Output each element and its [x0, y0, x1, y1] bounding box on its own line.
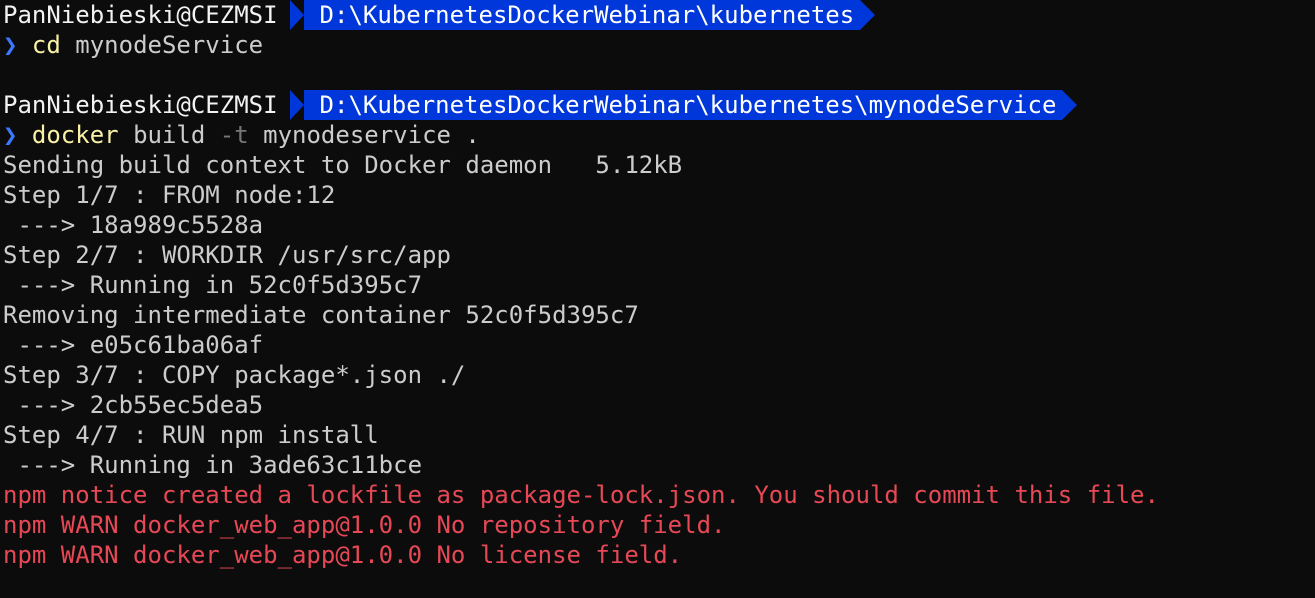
- command-subcommand: build: [133, 121, 206, 149]
- command-name: docker: [31, 121, 119, 149]
- output-line: Step 3/7 : COPY package*.json ./: [3, 361, 466, 389]
- error-line: npm WARN docker_web_app@1.0.0 No license…: [3, 541, 683, 569]
- prompt-user: PanNiebieski@CEZMSI: [3, 91, 278, 119]
- prompt-chevron-icon: ❯: [3, 31, 18, 59]
- command-name: cd: [31, 31, 61, 59]
- output-line: Sending build context to Docker daemon 5…: [3, 151, 683, 179]
- output-line: Removing intermediate container 52c0f5d3…: [3, 301, 639, 329]
- output-line: Step 2/7 : WORKDIR /usr/src/app: [3, 241, 451, 269]
- prompt-line: PanNiebieski@CEZMSI D:\KubernetesDockerW…: [3, 0, 1315, 30]
- prompt-path-segment: D:\KubernetesDockerWebinar\kubernetes: [289, 0, 875, 30]
- prompt-path-segment: D:\KubernetesDockerWebinar\kubernetes\my…: [289, 90, 1078, 120]
- output-line: Step 4/7 : RUN npm install: [3, 421, 379, 449]
- command-args: mynodeService: [75, 31, 264, 59]
- command-flag: -t: [219, 121, 249, 149]
- output-line: ---> Running in 3ade63c11bce: [3, 451, 423, 479]
- output-line: ---> Running in 52c0f5d395c7: [3, 271, 423, 299]
- error-line: npm WARN docker_web_app@1.0.0 No reposit…: [3, 511, 726, 539]
- command-line: ❯ cd mynodeService: [3, 30, 1315, 60]
- command-line[interactable]: ❯ docker build -t mynodeservice .: [3, 120, 1315, 150]
- output-line: ---> e05c61ba06af: [3, 331, 264, 359]
- error-line: npm notice created a lockfile as package…: [3, 481, 1159, 509]
- terminal-window[interactable]: PanNiebieski@CEZMSI D:\KubernetesDockerW…: [0, 0, 1315, 598]
- command-args: mynodeservice .: [263, 121, 480, 149]
- prompt-user: PanNiebieski@CEZMSI: [3, 1, 278, 29]
- prompt-chevron-icon: ❯: [3, 121, 18, 149]
- output-line: Step 1/7 : FROM node:12: [3, 181, 336, 209]
- output-line: ---> 2cb55ec5dea5: [3, 391, 264, 419]
- output-line: ---> 18a989c5528a: [3, 211, 264, 239]
- prompt-line: PanNiebieski@CEZMSI D:\KubernetesDockerW…: [3, 90, 1315, 120]
